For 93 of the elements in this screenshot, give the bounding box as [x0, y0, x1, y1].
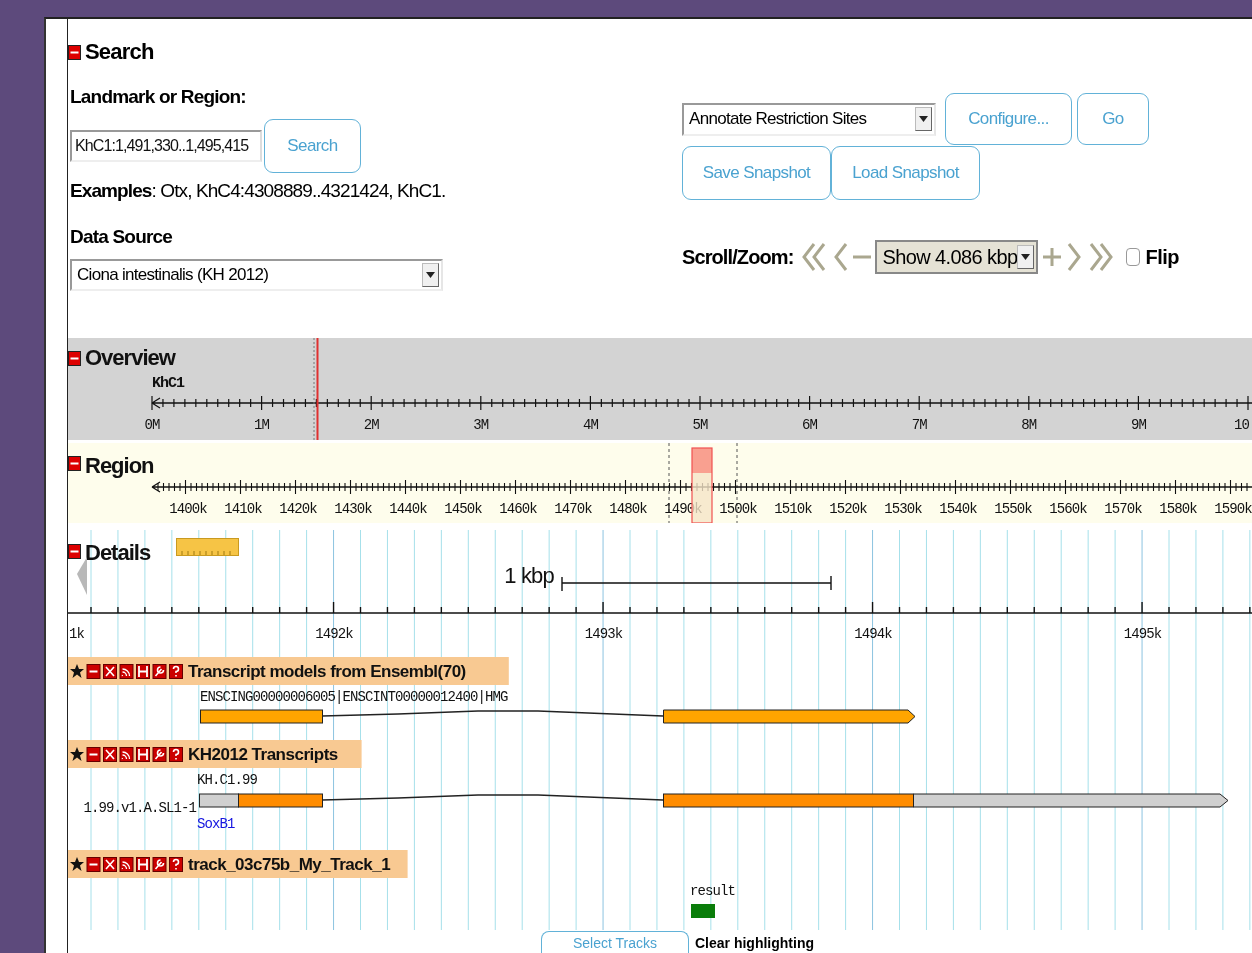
close-icon[interactable] — [103, 664, 117, 679]
axis-label: 1580k — [1159, 501, 1197, 517]
axis-label: 1510k — [774, 501, 812, 517]
axis-label: 1500k — [719, 501, 757, 517]
axis-label: 8M — [1021, 417, 1037, 433]
plugin-select[interactable]: Annotate Restriction Sites — [682, 102, 936, 136]
gene-link[interactable]: SoxB1 — [197, 816, 235, 832]
rss-icon[interactable] — [119, 664, 134, 679]
track-title: track_03c75b_My_Track_1 — [188, 855, 391, 874]
examples-text: Examples: Otx, KhC4:4308889..4321424, KhC1. — [69, 179, 447, 203]
section-title: Overview — [85, 345, 175, 370]
flip-checkbox[interactable] — [1126, 248, 1141, 266]
field-label: Landmark or Region: — [69, 85, 247, 109]
star-icon[interactable] — [70, 747, 84, 761]
clear-highlighting-link[interactable]: Clear highlighting — [695, 933, 814, 953]
axis-label: 0M — [144, 417, 160, 433]
track-title: KH2012 Transcripts — [188, 745, 338, 764]
axis-label: 1550k — [994, 501, 1032, 517]
axis-label: 10 — [1234, 417, 1249, 433]
field-label: Data Source — [69, 225, 174, 249]
axis-label: 1530k — [884, 501, 922, 517]
rss-icon[interactable] — [119, 857, 134, 872]
axis-label: 2M — [363, 417, 379, 433]
scale-label: 1 kbp — [504, 563, 554, 588]
help-icon[interactable] — [169, 664, 183, 679]
close-icon[interactable] — [103, 747, 117, 762]
axis-label: 1494k — [854, 626, 892, 642]
wrench-icon[interactable] — [152, 857, 167, 872]
rss-icon[interactable] — [119, 747, 134, 762]
axis-label: 1k — [69, 626, 84, 642]
star-icon[interactable] — [70, 664, 84, 678]
gene-model[interactable] — [200, 709, 916, 724]
axis-label: 1590k — [1214, 501, 1252, 517]
gene-model[interactable] — [199, 793, 1229, 808]
flip-label: Flip — [1145, 245, 1179, 269]
axis-label: 1460k — [499, 501, 537, 517]
feature-label: KH.C1.99 — [197, 772, 257, 788]
axis-label: 1493k — [584, 626, 623, 642]
axis-label: 1495k — [1123, 626, 1162, 642]
axis-label: 3M — [473, 417, 489, 433]
axis-label: 1450k — [444, 501, 482, 517]
axis-label: 4M — [582, 417, 598, 433]
axis-label: 7M — [911, 417, 927, 433]
bookmark-icon[interactable] — [136, 857, 150, 872]
bookmark-icon[interactable] — [136, 664, 150, 679]
wrench-icon[interactable] — [152, 747, 167, 762]
minus-icon[interactable] — [86, 857, 101, 872]
section-title: Region — [85, 453, 154, 478]
feature-label: result — [690, 883, 735, 899]
collapse-icon[interactable] — [68, 456, 81, 471]
data-source-select[interactable]: Ciona intestinalis (KH 2012) — [70, 259, 443, 291]
axis-label: 6M — [802, 417, 818, 433]
axis-label: 1470k — [554, 501, 592, 517]
axis-label: 1560k — [1049, 501, 1087, 517]
collapse-icon[interactable] — [68, 351, 81, 366]
help-icon[interactable] — [169, 857, 183, 872]
feature-label: ENSCING00000006005|ENSCINT00000012400|HMG — [200, 689, 508, 705]
scroll-zoom-label: Scroll/Zoom: — [682, 245, 794, 269]
axis-label: 1540k — [939, 501, 977, 517]
axis-label: 1430k — [334, 501, 372, 517]
axis-label: 1420k — [279, 501, 317, 517]
axis-label: 1570k — [1104, 501, 1142, 517]
feature-label: 1.99.v1.A.SL1-1 — [83, 800, 196, 816]
axis-label: 1M — [254, 417, 270, 433]
track-title: Transcript models from Ensembl(70) — [188, 662, 466, 681]
chromosome-label: KhC1 — [152, 375, 184, 392]
axis-label: 5M — [692, 417, 708, 433]
axis-label: 1490k — [664, 501, 702, 517]
close-icon[interactable] — [103, 857, 117, 872]
star-icon[interactable] — [70, 857, 84, 871]
dropdown-icon — [426, 272, 435, 278]
axis-label: 1410k — [224, 501, 262, 517]
minus-icon[interactable] — [86, 747, 101, 762]
wrench-icon[interactable] — [152, 664, 167, 679]
axis-label: 1520k — [829, 501, 867, 517]
zoom-select[interactable]: Show 4.086 kbp — [875, 240, 1039, 274]
axis-label: 1492k — [315, 626, 353, 642]
axis-label: 9M — [1130, 417, 1146, 433]
landmark-input[interactable]: KhC1:1,491,330..1,495,415 — [70, 130, 262, 162]
help-icon[interactable] — [169, 747, 183, 762]
view-marker[interactable] — [316, 338, 319, 440]
axis-label: 1440k — [389, 501, 427, 517]
axis-label: 1480k — [609, 501, 647, 517]
dropdown-icon — [1021, 254, 1031, 260]
minus-icon[interactable] — [86, 664, 101, 679]
section-title: Details — [85, 540, 151, 565]
bookmark-icon[interactable] — [136, 747, 150, 762]
collapse-icon[interactable] — [68, 44, 81, 60]
section-title: Search — [85, 39, 154, 65]
pan-left-icon[interactable] — [77, 557, 87, 595]
dropdown-icon — [919, 116, 928, 122]
collapse-icon[interactable] — [68, 544, 81, 559]
axis-label: 1400k — [169, 501, 207, 517]
